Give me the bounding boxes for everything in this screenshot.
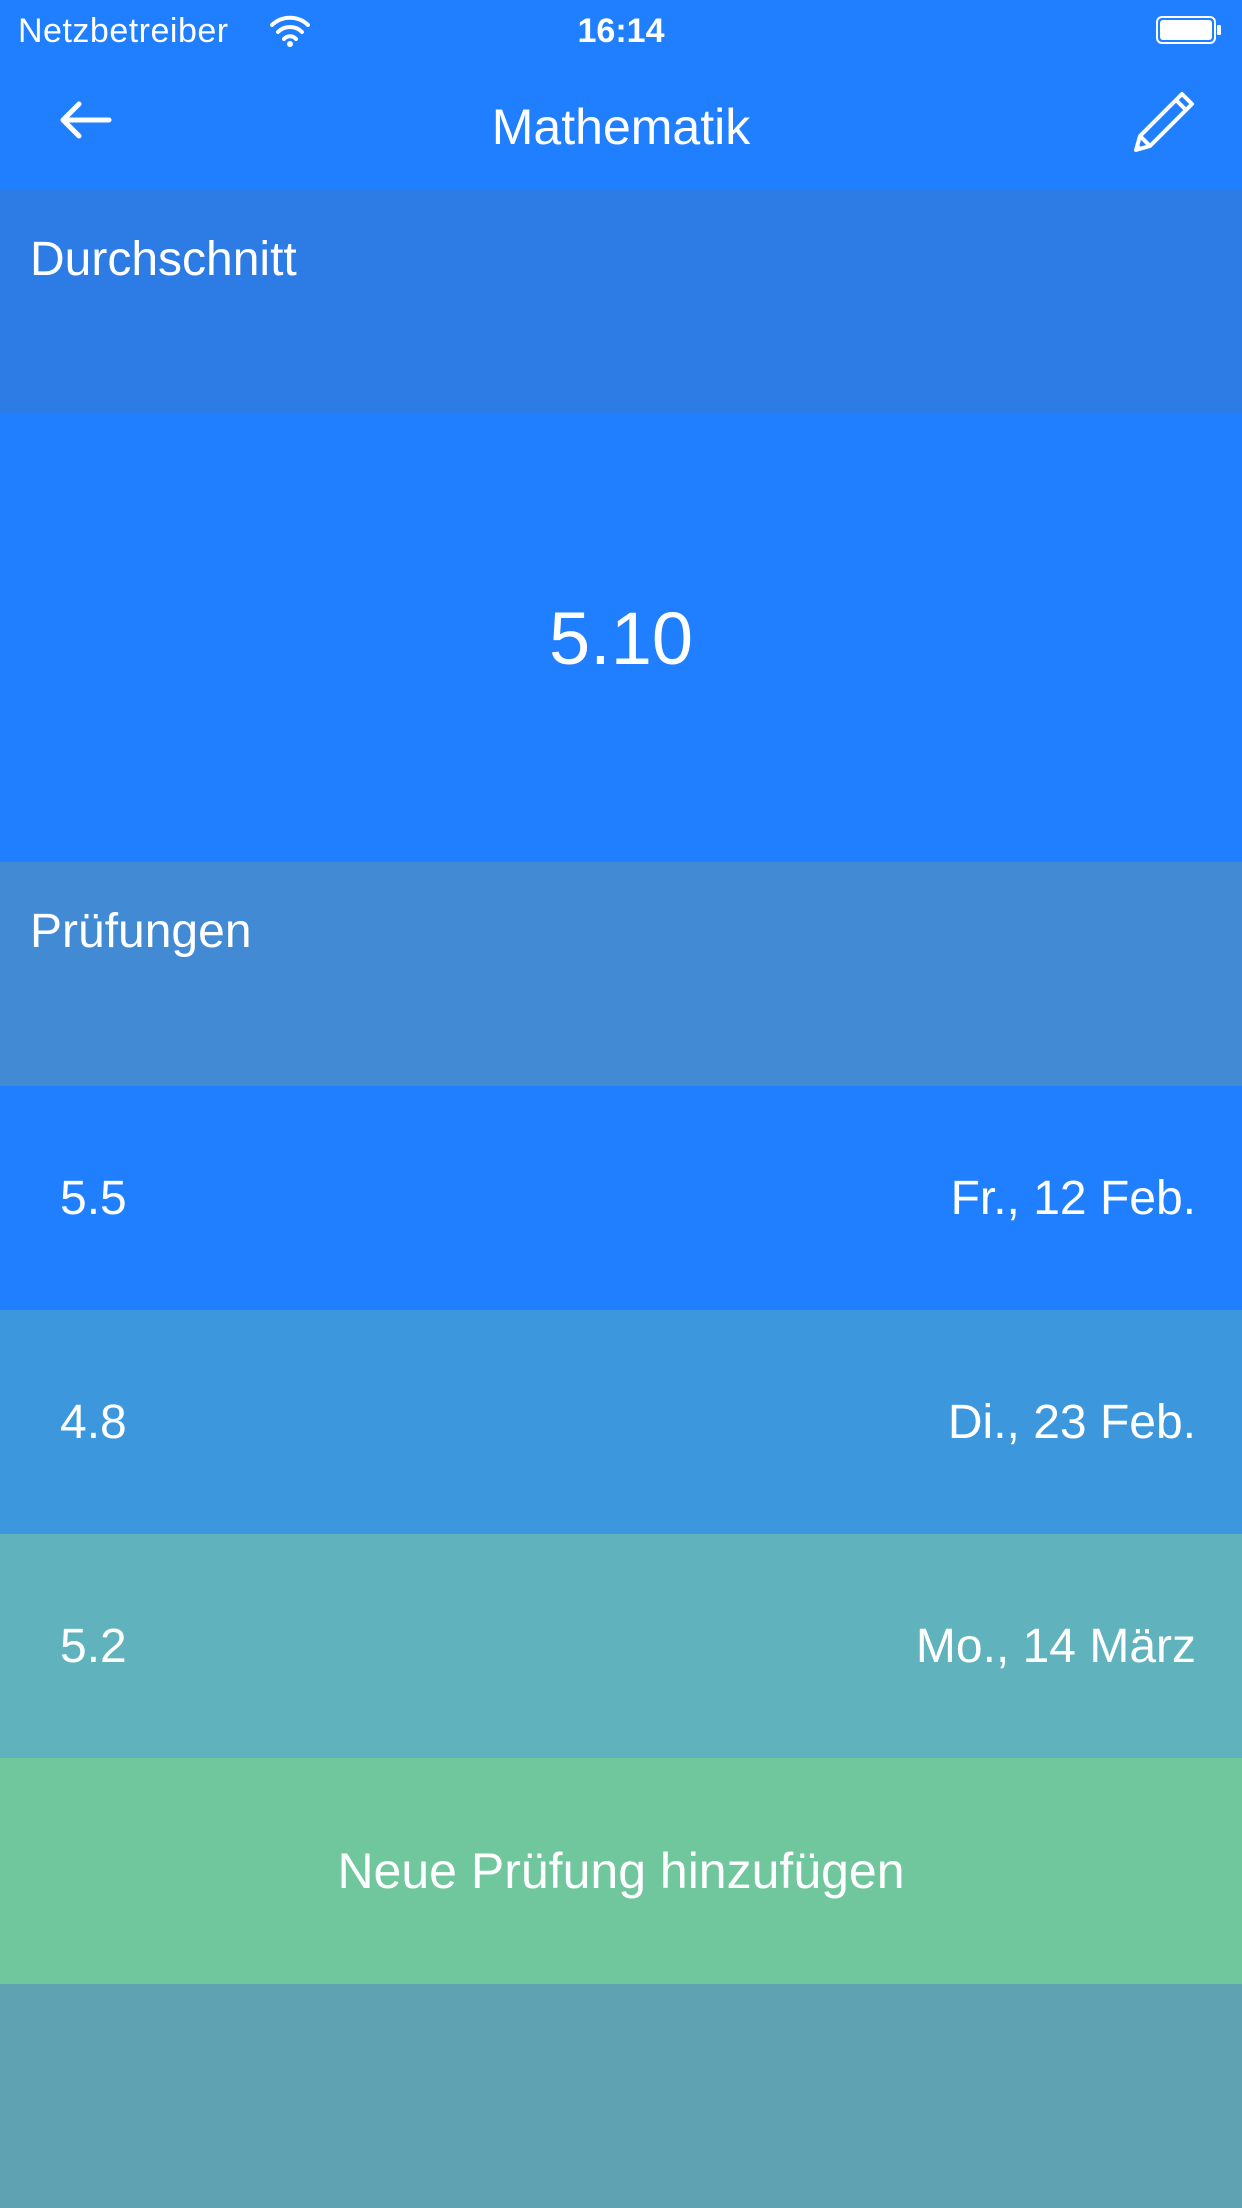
exam-grade: 4.8 <box>60 1395 127 1449</box>
exam-date: Fr., 12 Feb. <box>950 1171 1196 1225</box>
exam-date: Di., 23 Feb. <box>947 1395 1196 1449</box>
add-exam-label: Neue Prüfung hinzufügen <box>337 1843 905 1899</box>
exam-date: Mo., 14 März <box>915 1619 1196 1673</box>
edit-button[interactable] <box>1122 86 1202 166</box>
add-exam-button[interactable]: Neue Prüfung hinzufügen <box>0 1758 1242 1984</box>
status-time: 16:14 <box>577 12 665 50</box>
exams-header-label: Prüfungen <box>30 905 252 958</box>
average-section-header: Durchschnitt <box>0 190 1242 414</box>
exam-row[interactable]: 5.2 Mo., 14 März <box>0 1534 1242 1758</box>
exam-grade: 5.2 <box>60 1619 127 1673</box>
page-title: Mathematik <box>491 99 751 155</box>
average-value: 5.10 <box>548 596 694 680</box>
exam-row[interactable]: 5.5 Fr., 12 Feb. <box>0 1086 1242 1310</box>
footer-area <box>0 1984 1242 2208</box>
pencil-icon <box>1126 88 1198 165</box>
average-value-panel: 5.10 <box>0 414 1242 862</box>
exam-row[interactable]: 4.8 Di., 23 Feb. <box>0 1310 1242 1534</box>
exams-section-header: Prüfungen <box>0 862 1242 1086</box>
status-bar: Netzbetreiber 16:14 <box>0 0 1242 62</box>
battery-icon <box>1156 16 1222 44</box>
nav-bar: Mathematik <box>0 62 1242 190</box>
exam-grade: 5.5 <box>60 1171 127 1225</box>
average-header-label: Durchschnitt <box>30 233 297 286</box>
